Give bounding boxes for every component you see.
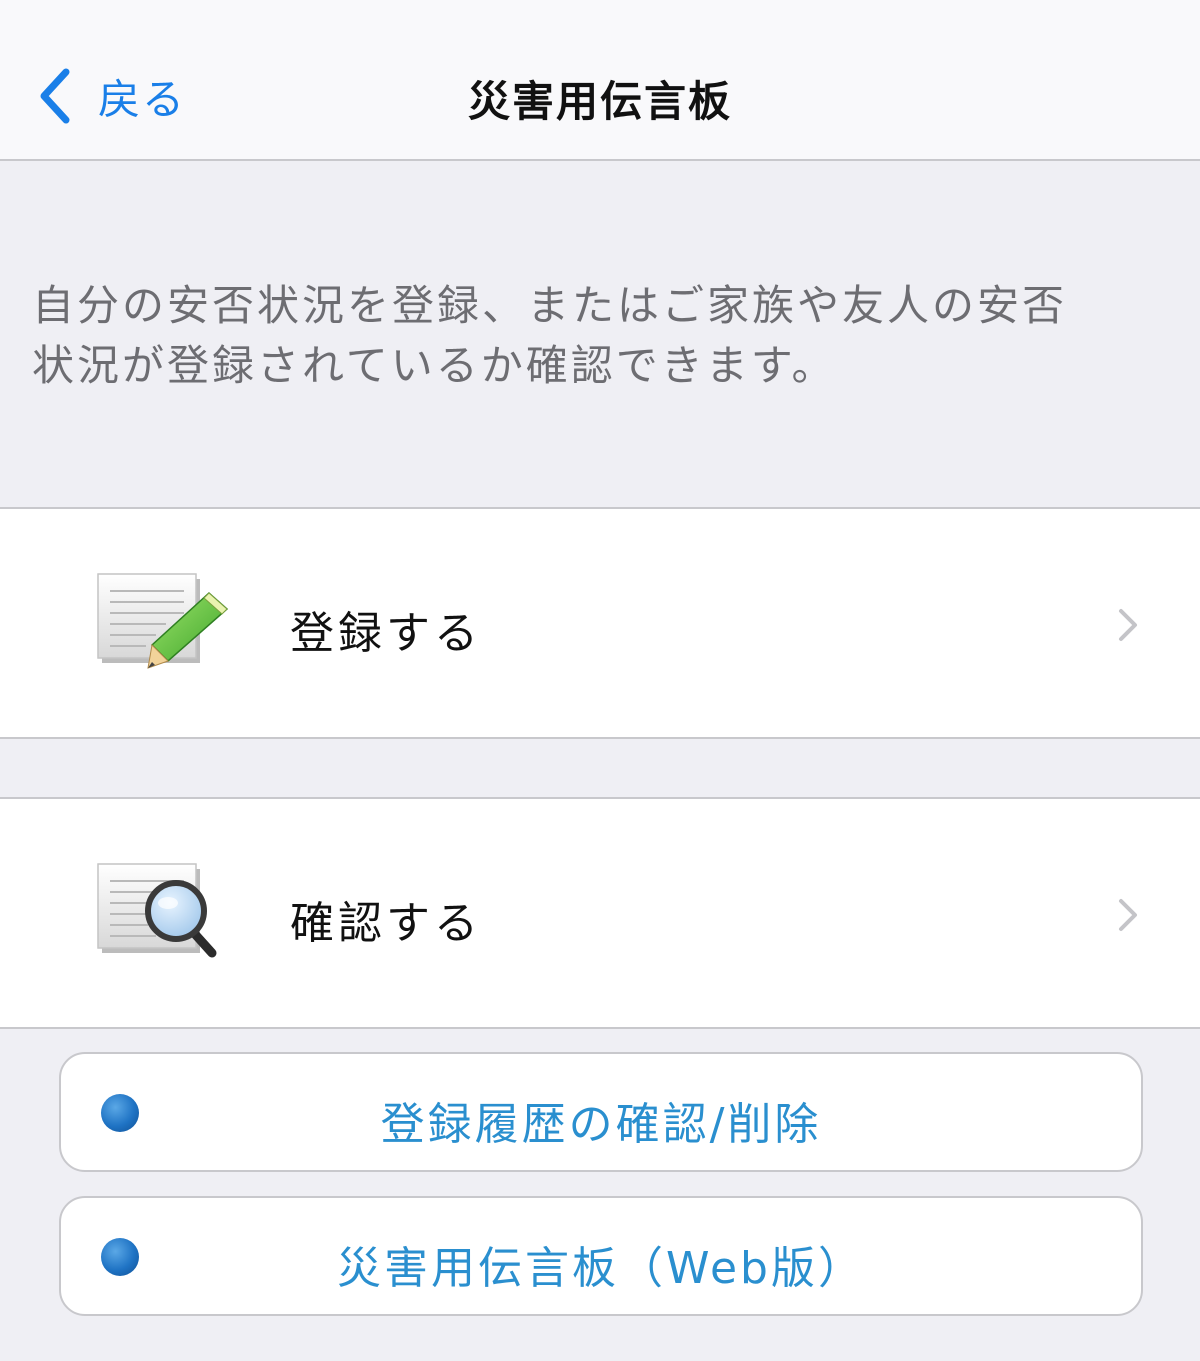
- confirm-row[interactable]: 確認する: [0, 797, 1200, 1029]
- page-title: 災害用伝言板: [467, 77, 732, 126]
- description-text: 自分の安否状況を登録、またはご家族や友人の安否 状況が登録されているか確認できま…: [32, 276, 1182, 396]
- navigation-bar: 戻る 災害用伝言板: [0, 0, 1200, 161]
- chevron-right-icon: [1119, 899, 1137, 931]
- description-line-1: 自分の安否状況を登録、またはご家族や友人の安否: [32, 281, 1068, 330]
- confirm-label: 確認する: [290, 898, 482, 949]
- history-button-label: 登録履歴の確認/削除: [380, 1099, 822, 1150]
- web-version-button[interactable]: 災害用伝言板（Web版）: [59, 1196, 1143, 1316]
- notepad-magnifier-icon: [97, 863, 217, 958]
- register-row[interactable]: 登録する: [0, 507, 1200, 739]
- description-line-2: 状況が登録されているか確認できます。: [32, 341, 837, 390]
- chevron-right-icon: [1119, 609, 1137, 641]
- notepad-pencil-icon: [97, 573, 229, 669]
- register-label: 登録する: [290, 608, 482, 659]
- web-version-button-label: 災害用伝言板（Web版）: [337, 1243, 865, 1294]
- history-button[interactable]: 登録履歴の確認/削除: [59, 1052, 1143, 1172]
